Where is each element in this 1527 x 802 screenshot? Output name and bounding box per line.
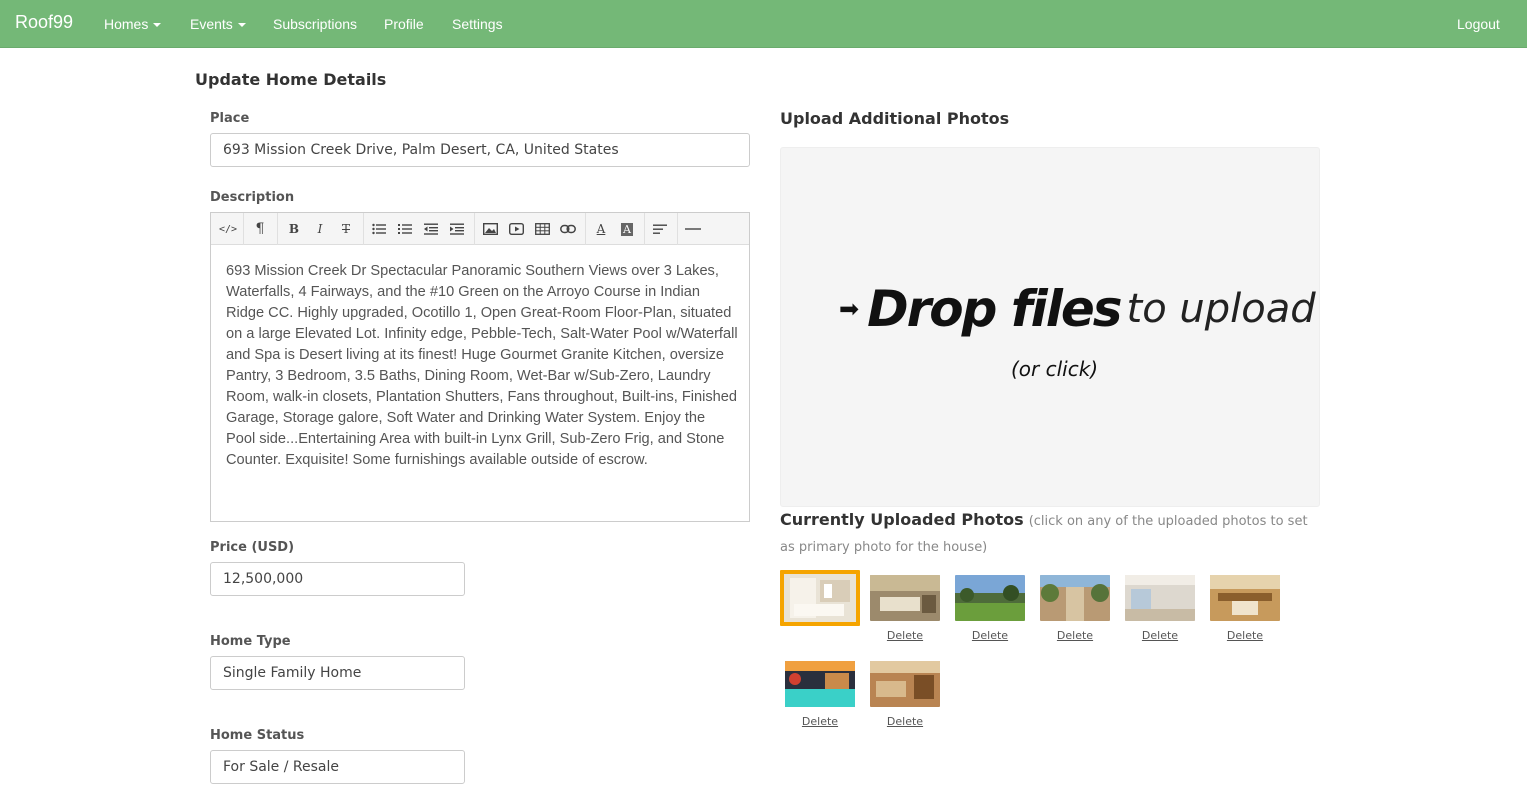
nav-events-label: Events <box>190 16 233 32</box>
uploaded-photos-title: Currently Uploaded Photos <box>780 510 1024 529</box>
description-text[interactable]: 693 Mission Creek Dr Spectacular Panoram… <box>226 261 738 471</box>
dropzone-sub-text: (or click) <box>1011 357 1099 381</box>
delete-photo-link[interactable]: Delete <box>870 715 940 728</box>
delete-photo-link[interactable]: Delete <box>955 629 1025 642</box>
dropzone-light-text: to upload <box>1126 286 1316 332</box>
nav-settings[interactable]: Settings <box>452 16 503 32</box>
home-type-select[interactable]: Single Family Home <box>210 656 465 690</box>
delete-photo-link[interactable]: Delete <box>1125 629 1195 642</box>
ordered-list-icon[interactable] <box>392 213 418 245</box>
insert-link-icon[interactable] <box>555 213 581 245</box>
nav-profile[interactable]: Profile <box>384 16 424 32</box>
uploaded-photos-heading: Currently Uploaded Photos (click on any … <box>780 508 1320 560</box>
photo-thumbnail-primary[interactable] <box>780 570 860 626</box>
arrow-right-icon: ➡ <box>839 295 860 323</box>
delete-photo-link[interactable]: Delete <box>1210 629 1280 642</box>
photo-dropzone[interactable]: ➡ Drop files to upload (or click) <box>780 147 1320 507</box>
upload-title: Upload Additional Photos <box>780 109 1010 128</box>
dropzone-bold-text: Drop files <box>867 280 1122 338</box>
font-color-icon[interactable]: A <box>588 213 614 245</box>
outdent-icon[interactable] <box>418 213 444 245</box>
bold-icon[interactable]: B <box>281 213 307 245</box>
photo-thumbnail[interactable] <box>870 661 940 707</box>
caret-down-icon <box>153 23 162 28</box>
caret-down-icon <box>237 23 246 28</box>
strikethrough-icon[interactable]: T <box>333 213 359 245</box>
nav-subscriptions[interactable]: Subscriptions <box>273 16 357 32</box>
indent-icon[interactable] <box>444 213 470 245</box>
place-label: Place <box>210 111 250 126</box>
highlight-color-icon[interactable]: A <box>614 213 640 245</box>
delete-photo-link[interactable]: Delete <box>870 629 940 642</box>
nav-events[interactable]: Events <box>190 16 246 32</box>
editor-toolbar: </> ¶ B I T A A <box>211 213 749 245</box>
place-input[interactable]: 693 Mission Creek Drive, Palm Desert, CA… <box>210 133 750 167</box>
price-input[interactable]: 12,500,000 <box>210 562 465 596</box>
page-title: Update Home Details <box>195 70 387 89</box>
home-type-label: Home Type <box>210 634 291 649</box>
insert-video-icon[interactable] <box>503 213 529 245</box>
paragraph-style-icon[interactable]: ¶ <box>247 213 273 245</box>
photo-thumbnail[interactable] <box>785 661 855 707</box>
price-label: Price (USD) <box>210 540 295 555</box>
insert-image-icon[interactable] <box>477 213 503 245</box>
nav-logout[interactable]: Logout <box>1457 16 1500 32</box>
delete-photo-link[interactable]: Delete <box>1040 629 1110 642</box>
home-status-label: Home Status <box>210 728 305 743</box>
photo-thumbnail[interactable] <box>955 575 1025 621</box>
top-navbar: Roof99 Homes Events Subscriptions Profil… <box>0 0 1527 48</box>
italic-icon[interactable]: I <box>307 213 333 245</box>
insert-table-icon[interactable] <box>529 213 555 245</box>
unordered-list-icon[interactable] <box>366 213 392 245</box>
photo-thumbnail[interactable] <box>1210 575 1280 621</box>
dropzone-message: ➡ Drop files to upload <box>839 280 1316 338</box>
align-icon[interactable] <box>647 213 673 245</box>
description-label: Description <box>210 190 295 205</box>
nav-homes-label: Homes <box>104 16 149 32</box>
brand-logo[interactable]: Roof99 <box>15 12 73 33</box>
photo-thumbnail[interactable] <box>1040 575 1110 621</box>
home-status-select[interactable]: For Sale / Resale <box>210 750 465 784</box>
code-view-icon[interactable]: </> <box>215 213 241 245</box>
delete-photo-link[interactable]: Delete <box>785 715 855 728</box>
horizontal-rule-icon[interactable] <box>680 213 706 245</box>
photo-thumbnail[interactable] <box>1125 575 1195 621</box>
description-editor: </> ¶ B I T A A 693 Mission Creek Dr Spe… <box>210 212 750 522</box>
nav-homes[interactable]: Homes <box>104 16 162 32</box>
photo-thumbnail[interactable] <box>870 575 940 621</box>
